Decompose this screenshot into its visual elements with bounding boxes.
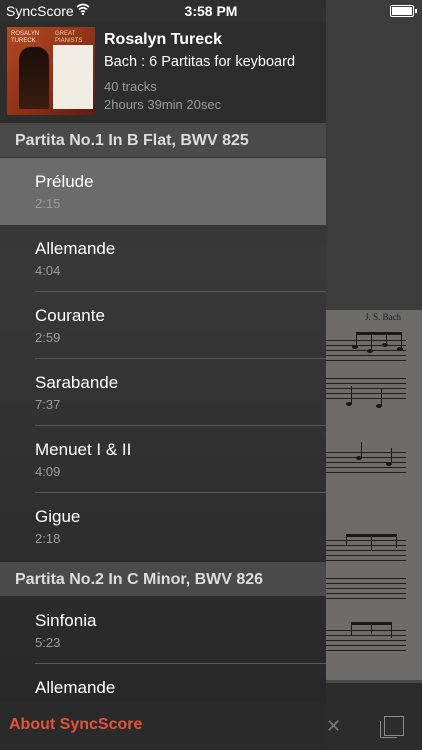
track-title: Allemande [35,678,116,697]
battery-icon [390,5,417,17]
cover-artist-text: ROSALYN TURECK [11,31,40,44]
toolbar-divider [326,680,422,683]
album-cover: ROSALYN TURECK GREAT PIANISTS [7,27,95,115]
track-row[interactable]: Menuet I & II 4:09 [0,426,326,493]
status-bar: SyncScore 3:58 PM [0,0,422,22]
track-title: Sinfonia [35,611,97,630]
album-track-count: 40 tracks [104,79,157,94]
section-header: Partita No.1 In B Flat, BWV 825 [0,123,326,157]
track-title: Courante [35,306,105,325]
track-row[interactable]: Allemande 4:04 [0,225,326,292]
track-list-panel: ROSALYN TURECK GREAT PIANISTS Rosalyn Tu… [0,0,326,750]
clock: 3:58 PM [184,3,238,19]
track-duration: 2:18 [35,531,61,546]
track-duration: 2:15 [35,196,61,211]
track-title: Prélude [35,172,94,191]
cover-series-text: GREAT PIANISTS [55,31,83,44]
track-duration: 7:37 [35,397,61,412]
track-duration: 5:23 [35,635,61,650]
album-title: Bach : 6 Partitas for keyboard [104,54,296,70]
track-row[interactable]: Sinfonia 5:23 [0,597,326,664]
score-page-top [326,0,422,310]
pages-icon[interactable] [380,716,404,738]
track-duration: 4:09 [35,464,61,479]
track-duration: 2:59 [35,330,61,345]
close-icon[interactable]: ✕ [326,716,341,737]
track-row[interactable]: Gigue 2:18 [0,493,326,560]
section-header: Partita No.2 In C Minor, BWV 826 [0,562,326,596]
track-duration: 4:04 [35,263,61,278]
track-title: Gigue [35,507,81,526]
cover-panel [53,45,93,109]
track-title: Menuet I & II [35,440,132,459]
album-artist: Rosalyn Tureck [104,31,222,48]
track-title: Allemande [35,239,116,258]
track-row[interactable]: Courante 2:59 [0,292,326,359]
track-row[interactable]: Sarabande 7:37 [0,359,326,426]
cover-portrait [19,47,49,109]
about-syncscore-link[interactable]: About SyncScore [9,716,142,734]
album-duration: 2hours 39min 20sec [104,97,222,112]
track-row[interactable]: Prélude 2:15 [0,158,326,225]
score-composer-credit: J. S. Bach [365,312,401,322]
album-header[interactable]: ROSALYN TURECK GREAT PIANISTS Rosalyn Tu… [0,22,326,123]
track-title: Sarabande [35,373,119,392]
score-toolbar [326,680,422,750]
panel-footer: About SyncScore [0,703,326,750]
